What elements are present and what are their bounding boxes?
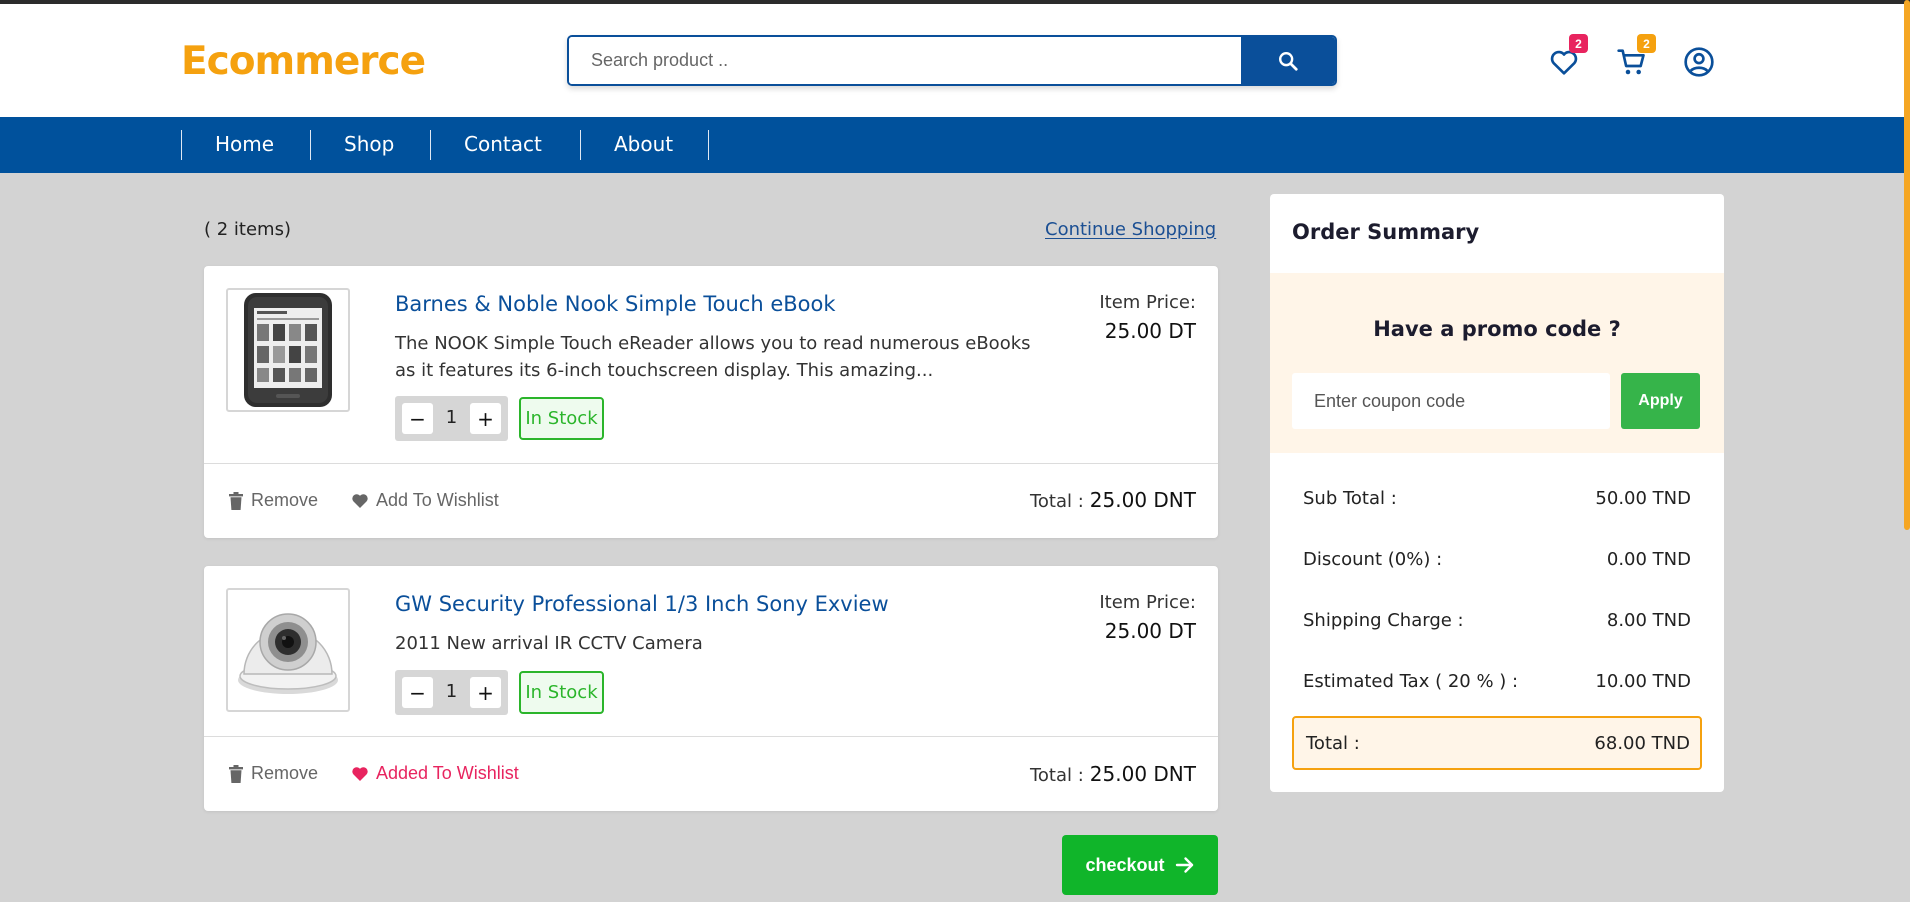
shipping-value: 8.00 TND	[1606, 610, 1691, 631]
item-price-label: Item Price:	[1099, 292, 1196, 313]
nav-separator	[708, 130, 709, 160]
search-icon	[1279, 51, 1298, 71]
nav-item-about[interactable]: About	[614, 132, 673, 156]
card-divider	[204, 463, 1218, 464]
nav-separator	[181, 130, 182, 160]
nav-item-home[interactable]: Home	[215, 132, 274, 156]
nav-item-contact[interactable]: Contact	[464, 132, 542, 156]
product-title[interactable]: Barnes & Noble Nook Simple Touch eBook	[395, 292, 836, 316]
tax-row: Estimated Tax ( 20 % ) : 10.00 TND	[1303, 671, 1691, 692]
scrollbar-thumb[interactable]	[1904, 0, 1910, 530]
cart-item-card: Barnes & Noble Nook Simple Touch eBook T…	[204, 266, 1218, 538]
quantity-stepper: − 1 +	[395, 396, 508, 441]
decrease-quantity-button[interactable]: −	[402, 403, 433, 434]
remove-label: Remove	[251, 490, 319, 510]
order-summary-panel: Order Summary Have a promo code ? Apply …	[1270, 194, 1724, 792]
order-summary-title: Order Summary	[1292, 220, 1480, 244]
subtotal-value: 50.00 TND	[1595, 488, 1691, 509]
order-total-row: Total : 68.00 TND	[1292, 716, 1702, 770]
promo-title: Have a promo code ?	[1373, 317, 1621, 341]
nav-separator	[310, 130, 311, 160]
item-total: Total : 25.00 DNT	[1030, 488, 1196, 512]
order-total-label: Total :	[1306, 732, 1360, 754]
product-description: The NOOK Simple Touch eReader allows you…	[395, 333, 1031, 381]
item-price-label: Item Price:	[1099, 592, 1196, 613]
item-price-value: 25.00 DT	[1104, 319, 1196, 343]
search-bar	[567, 35, 1337, 86]
item-price-value: 25.00 DT	[1104, 619, 1196, 643]
cart-count-badge: 2	[1637, 34, 1656, 53]
wishlist-count-badge: 2	[1569, 34, 1588, 53]
search-input[interactable]	[569, 37, 1245, 84]
stock-status-badge: In Stock	[519, 397, 604, 440]
wishlist-label: Added To Wishlist	[376, 763, 519, 783]
remove-button[interactable]: Remove	[228, 490, 318, 511]
nav-item-shop[interactable]: Shop	[344, 132, 394, 156]
subtotal-label: Sub Total :	[1303, 488, 1397, 509]
item-total-value: 25.00 DNT	[1089, 762, 1196, 786]
decrease-quantity-button[interactable]: −	[402, 677, 433, 708]
checkout-button[interactable]: checkout	[1062, 835, 1218, 895]
header: Ecommerce 2 2	[0, 4, 1904, 117]
add-to-wishlist-button[interactable]: Add To Wishlist	[351, 490, 499, 511]
apply-coupon-button[interactable]: Apply	[1621, 373, 1700, 429]
item-total-value: 25.00 DNT	[1089, 488, 1196, 512]
search-button[interactable]	[1241, 37, 1335, 84]
subtotal-row: Sub Total : 50.00 TND	[1303, 488, 1691, 509]
discount-row: Discount (0%) : 0.00 TND	[1303, 549, 1691, 570]
logo[interactable]: Ecommerce	[181, 39, 426, 84]
remove-label: Remove	[251, 763, 319, 783]
product-thumbnail[interactable]	[226, 288, 350, 412]
item-total-label: Total :	[1029, 765, 1084, 786]
quantity-value: 1	[445, 681, 458, 702]
arrow-right-icon	[1175, 857, 1193, 873]
nav-separator	[580, 130, 581, 160]
increase-quantity-button[interactable]: +	[470, 403, 501, 434]
heart-filled-icon	[352, 767, 368, 781]
trash-icon	[229, 491, 243, 510]
nav-separator	[430, 130, 431, 160]
shipping-label: Shipping Charge :	[1303, 610, 1464, 631]
quantity-value: 1	[445, 407, 458, 428]
item-total-label: Total :	[1029, 491, 1084, 512]
trash-icon	[229, 764, 243, 783]
order-total-value: 68.00 TND	[1594, 732, 1690, 754]
item-total: Total : 25.00 DNT	[1030, 762, 1196, 786]
main-nav: Home Shop Contact About	[0, 117, 1904, 173]
cart-items-count: ( 2 items)	[204, 219, 291, 240]
increase-quantity-button[interactable]: +	[470, 677, 501, 708]
user-circle-icon	[1684, 47, 1714, 77]
security-camera-image	[238, 613, 338, 694]
card-divider	[204, 736, 1218, 737]
checkout-label: checkout	[1085, 854, 1165, 875]
discount-value: 0.00 TND	[1606, 549, 1691, 570]
remove-button[interactable]: Remove	[228, 763, 318, 784]
cart-item-card: GW Security Professional 1/3 Inch Sony E…	[204, 566, 1218, 811]
cart-button[interactable]: 2	[1614, 34, 1656, 80]
shipping-row: Shipping Charge : 8.00 TND	[1303, 610, 1691, 631]
tax-label: Estimated Tax ( 20 % ) :	[1303, 671, 1519, 692]
promo-code-section: Have a promo code ? Apply	[1270, 273, 1724, 453]
heart-icon	[352, 494, 368, 508]
product-thumbnail[interactable]	[226, 588, 350, 712]
tax-value: 10.00 TND	[1595, 671, 1691, 692]
coupon-code-input[interactable]	[1292, 373, 1610, 429]
continue-shopping-link[interactable]: Continue Shopping	[1045, 219, 1216, 240]
account-button[interactable]	[1681, 44, 1717, 80]
product-description: 2011 New arrival IR CCTV Camera	[395, 633, 703, 654]
wishlist-button[interactable]: 2	[1546, 34, 1588, 80]
added-to-wishlist-button[interactable]: Added To Wishlist	[351, 763, 519, 784]
discount-label: Discount (0%) :	[1303, 549, 1443, 570]
product-title[interactable]: GW Security Professional 1/3 Inch Sony E…	[395, 592, 889, 616]
quantity-stepper: − 1 +	[395, 670, 508, 715]
stock-status-badge: In Stock	[519, 671, 604, 714]
wishlist-label: Add To Wishlist	[376, 490, 499, 510]
ereader-image	[244, 293, 332, 407]
